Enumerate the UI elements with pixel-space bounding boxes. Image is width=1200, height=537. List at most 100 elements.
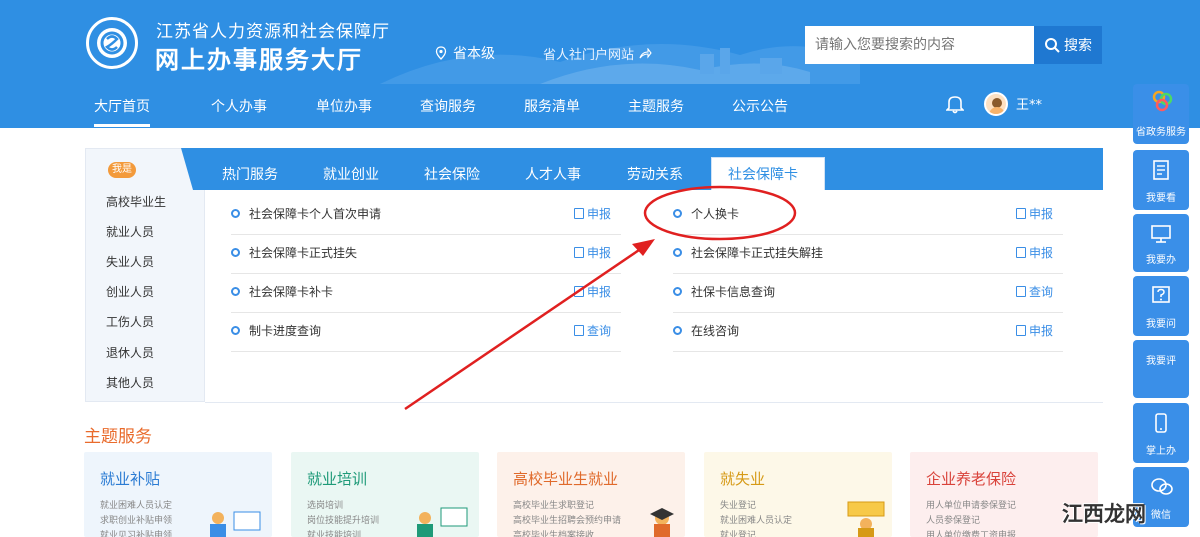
- tab-social-card[interactable]: 社会保障卡: [728, 164, 798, 184]
- theme-card-line[interactable]: 就业见习补贴申领: [100, 528, 172, 537]
- category-employed[interactable]: 就业人员: [106, 223, 154, 240]
- service-row[interactable]: 社会保障卡个人首次申请 申报: [231, 197, 621, 235]
- theme-card-line[interactable]: 用人单位申请参保登记: [926, 498, 1016, 511]
- toolbar-view[interactable]: 我要看: [1133, 150, 1189, 210]
- user-name[interactable]: 王**: [1016, 94, 1042, 113]
- service-name[interactable]: 个人换卡: [691, 205, 739, 222]
- nav-themes[interactable]: 主题服务: [628, 96, 684, 116]
- site-logo[interactable]: [86, 17, 138, 69]
- bullet-icon: [673, 287, 682, 296]
- search-icon: [1045, 38, 1060, 53]
- category-unemployed[interactable]: 失业人员: [106, 253, 154, 270]
- theme-card[interactable]: 就业补贴 就业困难人员认定 求职创业补贴申领 就业见习补贴申领: [84, 452, 272, 537]
- bell-icon[interactable]: [946, 94, 964, 114]
- theme-card[interactable]: 就失业 失业登记 就业困难人员认定 就业登记: [704, 452, 892, 537]
- theme-card-title: 高校毕业生就业: [513, 470, 619, 488]
- service-name[interactable]: 在线咨询: [691, 322, 739, 339]
- nav-service-list[interactable]: 服务清单: [524, 96, 580, 116]
- bullet-icon: [231, 287, 240, 296]
- wechat-icon: [1151, 478, 1173, 495]
- tab-employment[interactable]: 就业创业: [323, 164, 379, 184]
- nav-query[interactable]: 查询服务: [420, 96, 476, 116]
- category-entrepreneurs[interactable]: 创业人员: [106, 283, 154, 300]
- share-arrow-icon: [639, 47, 652, 59]
- service-row[interactable]: 制卡进度查询 查询: [231, 314, 621, 352]
- location-selector[interactable]: 省本级: [435, 43, 495, 63]
- theme-card-title: 就业补贴: [100, 470, 161, 488]
- toolbar-rate[interactable]: 我要评: [1133, 340, 1189, 398]
- theme-card[interactable]: 就业培训 选岗培训 岗位技能提升培训 就业技能培训: [291, 452, 479, 537]
- toolbar-gov-service[interactable]: 省政务服务: [1133, 84, 1189, 144]
- theme-card-line[interactable]: 高校毕业生档案接收: [513, 528, 594, 537]
- theme-card-line[interactable]: 就业登记: [720, 528, 756, 537]
- category-other[interactable]: 其他人员: [106, 374, 154, 391]
- question-icon: [1152, 286, 1170, 303]
- theme-card-line[interactable]: 就业困难人员认定: [100, 498, 172, 511]
- theme-card-line[interactable]: 用人单位缴费工资申报: [926, 528, 1016, 537]
- service-row[interactable]: 社会保障卡正式挂失解挂 申报: [673, 236, 1063, 274]
- form-icon: [1016, 286, 1026, 297]
- monitor-icon: [1151, 225, 1171, 243]
- service-row[interactable]: 社保卡信息查询 查询: [673, 275, 1063, 313]
- service-name[interactable]: 社会保障卡补卡: [249, 283, 333, 300]
- service-action[interactable]: 申报: [1016, 205, 1053, 222]
- location-pin-icon: [435, 46, 447, 60]
- search-input[interactable]: [805, 26, 1035, 64]
- theme-card-line[interactable]: 失业登记: [720, 498, 756, 511]
- service-name[interactable]: 社保卡信息查询: [691, 283, 775, 300]
- tab-hot[interactable]: 热门服务: [222, 164, 278, 184]
- org-name: 江苏省人力资源和社会保障厅: [156, 22, 390, 42]
- location-label: 省本级: [453, 46, 495, 62]
- section-divider: [205, 402, 1103, 403]
- theme-section-title: 主题服务: [84, 427, 152, 447]
- tab-labor[interactable]: 劳动关系: [627, 164, 683, 184]
- theme-card[interactable]: 高校毕业生就业 高校毕业生求职登记 高校毕业生招聘会预约申请 高校毕业生档案接收: [497, 452, 685, 537]
- nav-personal[interactable]: 个人办事: [211, 96, 267, 116]
- avatar[interactable]: [984, 92, 1008, 116]
- service-action[interactable]: 申报: [1016, 244, 1053, 261]
- toolbar-mobile[interactable]: 掌上办: [1133, 403, 1189, 463]
- service-action[interactable]: 查询: [574, 322, 611, 339]
- form-icon: [574, 208, 584, 219]
- tab-talent[interactable]: 人才人事: [525, 164, 581, 184]
- theme-card-line[interactable]: 人员参保登记: [926, 513, 980, 526]
- bullet-icon: [231, 209, 240, 218]
- service-name[interactable]: 社会保障卡个人首次申请: [249, 205, 381, 222]
- portal-link[interactable]: 省人社门户网站: [543, 44, 652, 63]
- service-row[interactable]: 个人换卡 申报: [673, 197, 1063, 235]
- category-retired[interactable]: 退休人员: [106, 344, 154, 361]
- search-button[interactable]: 搜索: [1034, 26, 1102, 64]
- service-name[interactable]: 社会保障卡正式挂失解挂: [691, 244, 823, 261]
- toolbar-do[interactable]: 我要办: [1133, 214, 1189, 272]
- tab-insurance[interactable]: 社会保险: [424, 164, 480, 184]
- category-injured[interactable]: 工伤人员: [106, 313, 154, 330]
- logo-emblem-icon: [97, 28, 127, 58]
- theme-card-line[interactable]: 求职创业补贴申领: [100, 513, 172, 526]
- service-action[interactable]: 申报: [574, 205, 611, 222]
- site-title: 网上办事服务大厅: [155, 46, 363, 74]
- category-graduates[interactable]: 高校毕业生: [106, 193, 166, 210]
- service-name[interactable]: 社会保障卡正式挂失: [249, 244, 357, 261]
- theme-card-line[interactable]: 岗位技能提升培训: [307, 513, 379, 526]
- service-action[interactable]: 申报: [574, 244, 611, 261]
- toolbar-label: 我要评: [1146, 356, 1176, 367]
- service-name[interactable]: 制卡进度查询: [249, 322, 321, 339]
- theme-card-line[interactable]: 选岗培训: [307, 498, 343, 511]
- theme-card-line[interactable]: 高校毕业生招聘会预约申请: [513, 513, 621, 526]
- service-row[interactable]: 社会保障卡正式挂失 申报: [231, 236, 621, 274]
- theme-card-line[interactable]: 高校毕业生求职登记: [513, 498, 594, 511]
- nav-home[interactable]: 大厅首页: [94, 96, 150, 127]
- category-badge: 我是: [108, 162, 136, 178]
- toolbar-ask[interactable]: 我要问: [1133, 276, 1189, 336]
- theme-card-line[interactable]: 就业技能培训: [307, 528, 361, 537]
- service-action[interactable]: 申报: [1016, 322, 1053, 339]
- theme-card-title: 企业养老保险: [926, 470, 1017, 488]
- nav-notices[interactable]: 公示公告: [732, 96, 788, 116]
- service-row[interactable]: 在线咨询 申报: [673, 314, 1063, 352]
- nav-company[interactable]: 单位办事: [316, 96, 372, 116]
- service-action[interactable]: 申报: [574, 283, 611, 300]
- theme-card-line[interactable]: 就业困难人员认定: [720, 513, 792, 526]
- service-action[interactable]: 查询: [1016, 283, 1053, 300]
- service-row[interactable]: 社会保障卡补卡 申报: [231, 275, 621, 313]
- training-illustration: [417, 507, 468, 537]
